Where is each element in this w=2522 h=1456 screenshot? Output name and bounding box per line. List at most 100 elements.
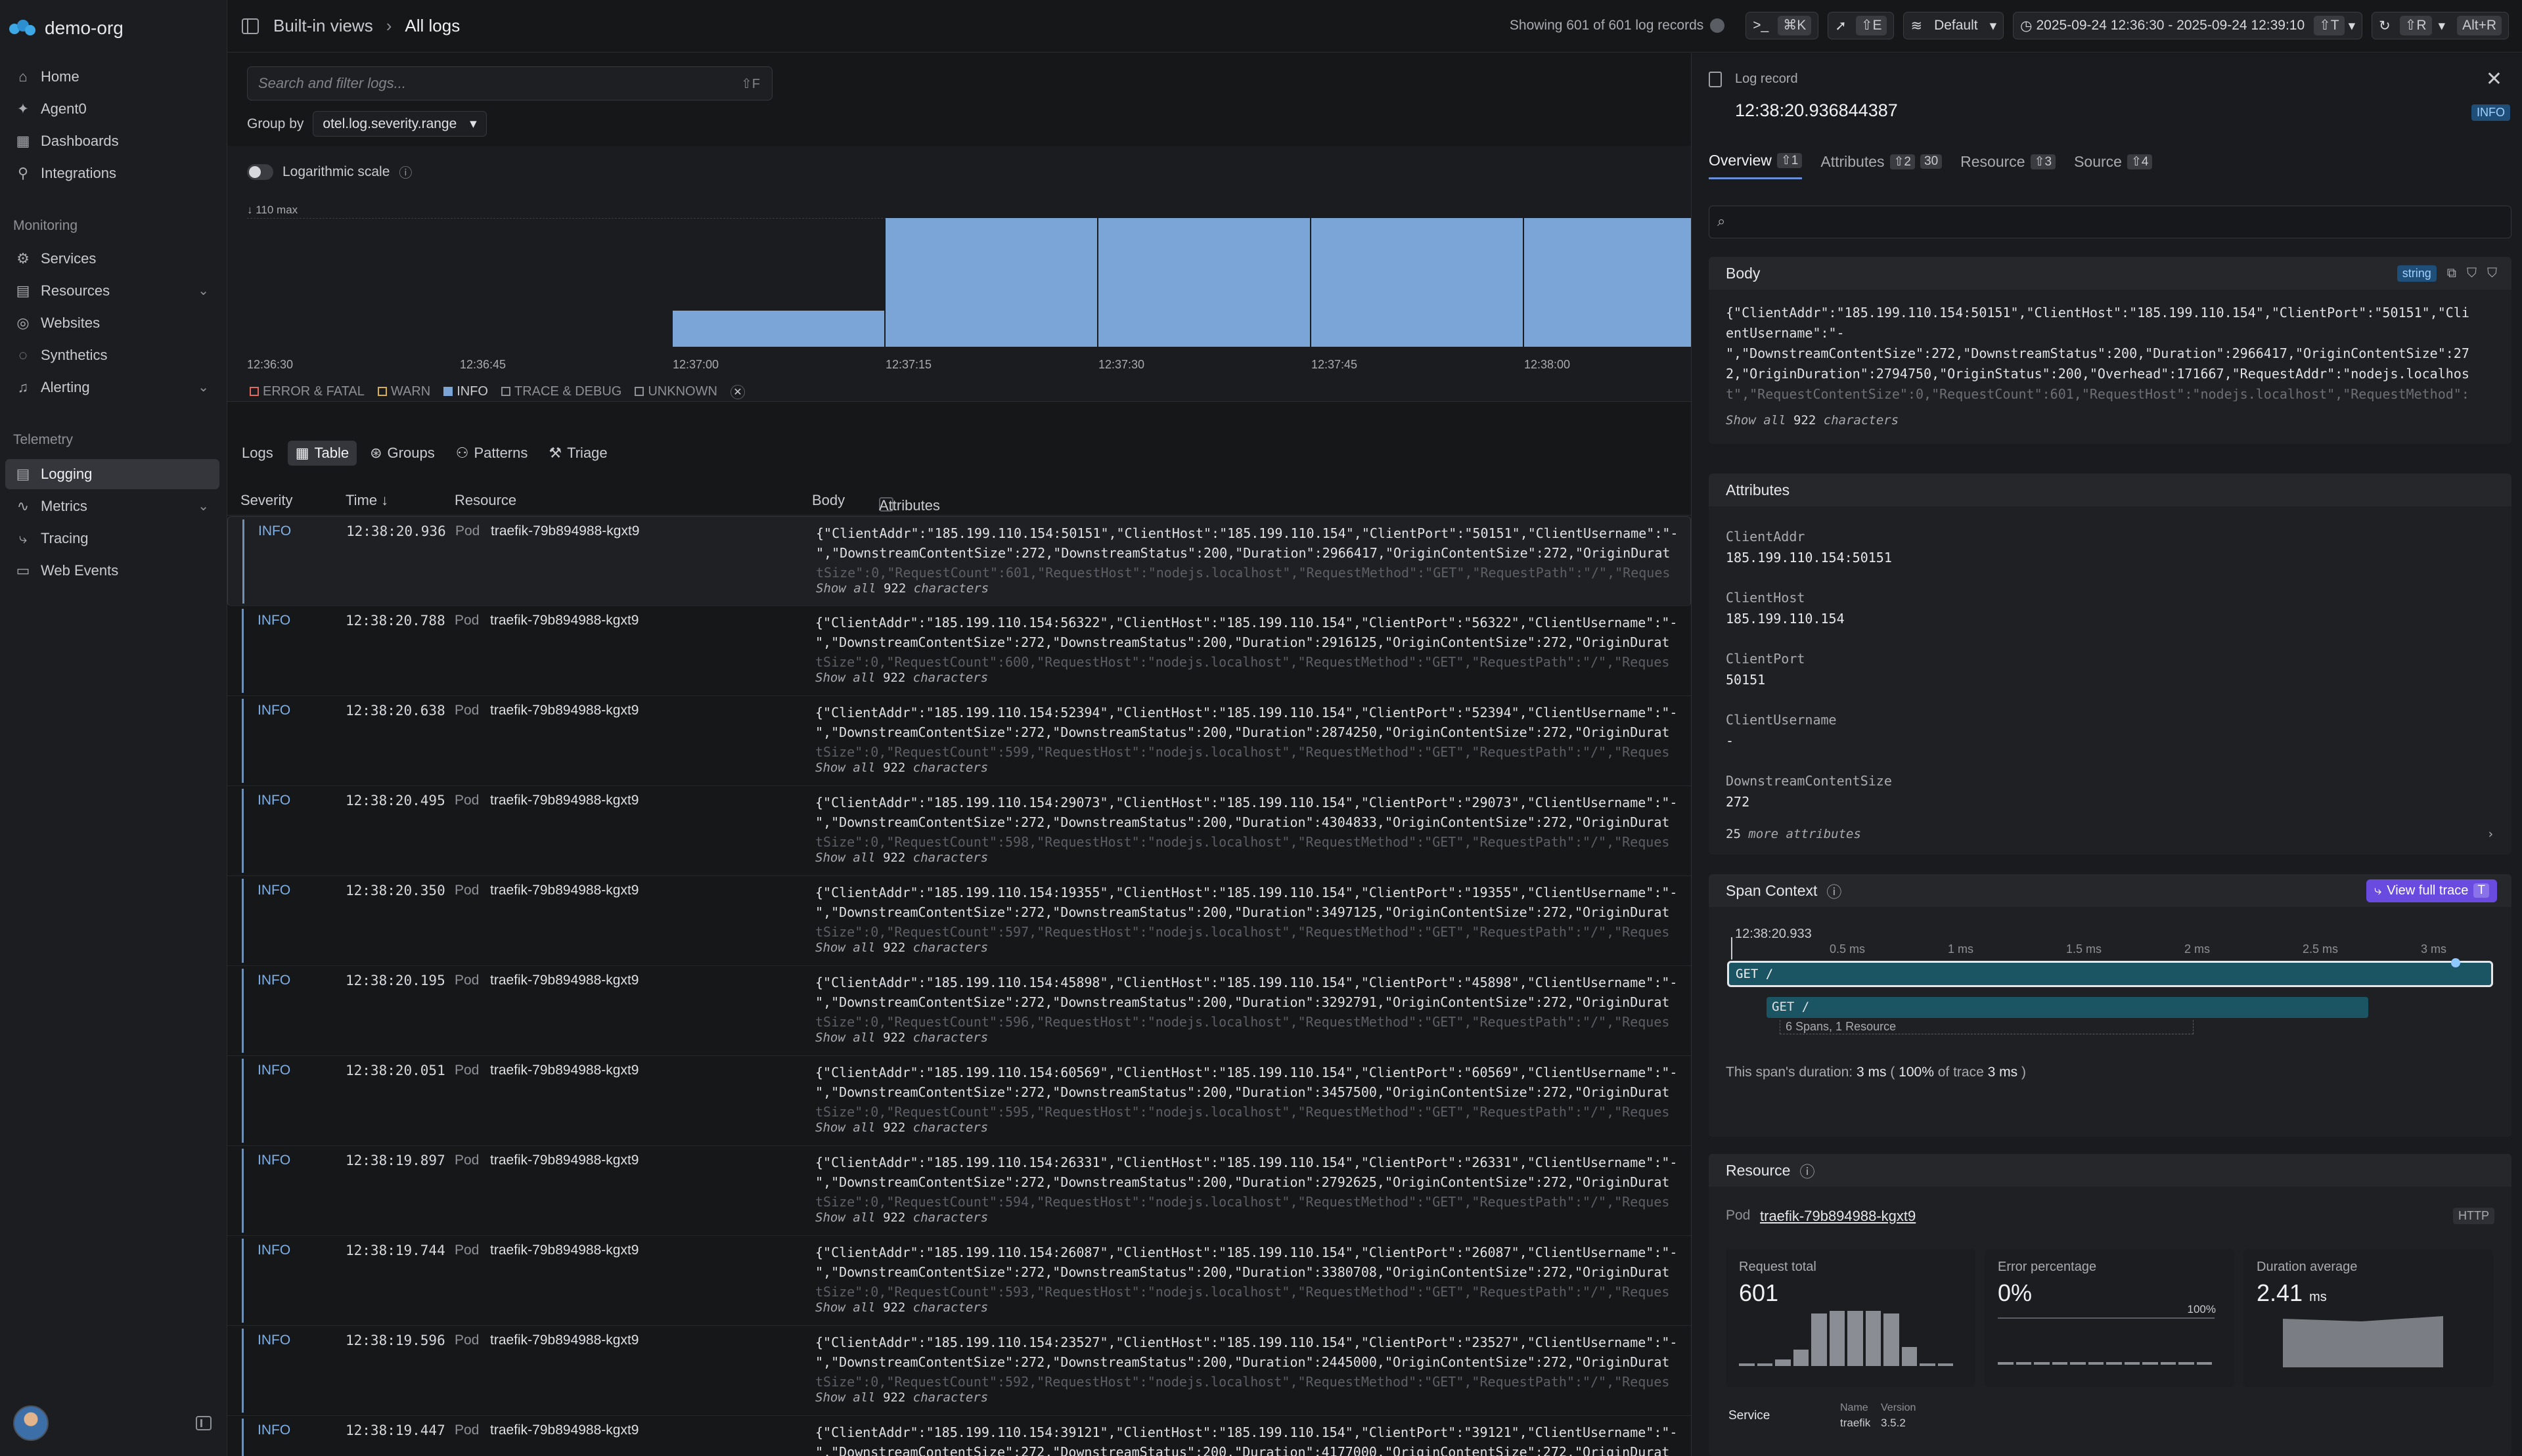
span-bar-main[interactable]: GET / (1727, 961, 2493, 987)
metric-error-percentage[interactable]: Error percentage 0% 100% (1985, 1249, 2234, 1387)
nav-synthetics[interactable]: ◌ Synthetics (5, 340, 219, 370)
show-all-link[interactable]: Show all 922 characters (1726, 413, 1899, 428)
show-all-link[interactable]: Show all 922 characters (815, 1390, 994, 1405)
log-scale-toggle[interactable] (247, 164, 273, 180)
table-row[interactable]: INFO 12:38:20.495 Pod traefik-79b894988-kgx… (227, 786, 1691, 876)
view-full-trace-button[interactable]: ⤷ View full trace T (2366, 879, 2497, 902)
col-severity[interactable]: Severity (240, 492, 292, 509)
nav-resources[interactable]: ▤ Resources ⌄ (5, 276, 219, 306)
refresh-button[interactable]: ↻ ⇧R ▾ Alt+R (2372, 12, 2509, 39)
show-all-link[interactable]: Show all 922 characters (815, 850, 994, 865)
show-all-link[interactable]: Show all 922 characters (815, 761, 994, 775)
attribute-item[interactable]: ClientPort 50151 (1709, 651, 1805, 688)
tab-patterns[interactable]: ⚇ Patterns (448, 441, 536, 466)
metric-request-total[interactable]: Request total 601 (1726, 1249, 1975, 1387)
nav-home[interactable]: ⌂ Home (5, 62, 219, 92)
attribute-item[interactable]: DownstreamContentSize 272 (1709, 773, 1892, 810)
tab-resource[interactable]: Resource ⇧3 (1960, 152, 2056, 179)
tab-source[interactable]: Source ⇧4 (2074, 152, 2153, 179)
histogram-bar[interactable] (1098, 218, 1311, 347)
span-bar-child[interactable]: GET / (1767, 997, 2368, 1018)
nav-services[interactable]: ⚙ Services (5, 244, 219, 274)
copy-icon[interactable]: ⧉ (2447, 266, 2456, 281)
nav-dashboards[interactable]: ▦ Dashboards (5, 126, 219, 156)
org-switcher[interactable]: demo-org (9, 12, 124, 45)
table-row[interactable]: INFO 12:38:20.936 Pod traefik-79b894988-kgx… (227, 516, 1691, 606)
resource-cell[interactable]: traefik-79b894988-kgxt9 (490, 613, 639, 629)
breadcrumb-views[interactable]: Built-in views (273, 16, 373, 36)
panel-search-input[interactable]: ⌕ (1709, 206, 2511, 238)
span-summary[interactable]: 6 Spans, 1 Resource (1780, 1020, 2194, 1034)
table-row[interactable]: INFO 12:38:20.195 Pod traefik-79b894988-kgx… (227, 966, 1691, 1056)
col-time[interactable]: Time ↓ (346, 492, 388, 509)
show-all-link[interactable]: Show all 922 characters (815, 1030, 994, 1045)
nav-agent0[interactable]: ✦ Agent0 (5, 94, 219, 124)
resource-cell[interactable]: traefik-79b894988-kgxt9 (490, 1423, 639, 1438)
tab-overview[interactable]: Overview ⇧1 (1709, 152, 1803, 179)
explore-button[interactable]: ➚ ⇧E (1828, 12, 1895, 39)
close-icon[interactable]: ✕ (2486, 68, 2502, 91)
resource-cell[interactable]: traefik-79b894988-kgxt9 (490, 1243, 639, 1258)
nav-web-events[interactable]: ▭ Web Events (5, 556, 219, 586)
legend-item[interactable]: UNKNOWN (635, 384, 717, 399)
nav-metrics[interactable]: ∿ Metrics ⌄ (5, 491, 219, 521)
sidebar-panel-icon[interactable] (242, 18, 259, 34)
table-row[interactable]: INFO 12:38:19.897 Pod traefik-79b894988-kgx… (227, 1146, 1691, 1236)
table-row[interactable]: INFO 12:38:20.350 Pod traefik-79b894988-kgx… (227, 876, 1691, 966)
show-all-link[interactable]: Show all 922 characters (815, 671, 994, 685)
resource-cell[interactable]: traefik-79b894988-kgxt9 (491, 523, 639, 539)
resource-cell[interactable]: traefik-79b894988-kgxt9 (490, 883, 639, 898)
histogram-plot[interactable] (247, 218, 2163, 347)
legend-item[interactable]: TRACE & DEBUG (501, 384, 621, 399)
tab-groups[interactable]: ⊛ Groups (362, 441, 443, 466)
log-search-input[interactable]: Search and filter logs... ⇧F (247, 66, 773, 100)
tab-attributes[interactable]: Attributes ⇧2 30 (1820, 152, 1943, 179)
view-select[interactable]: ≋ Default ▾ (1903, 12, 2004, 39)
table-row[interactable]: INFO 12:38:20.638 Pod traefik-79b894988-kgx… (227, 696, 1691, 786)
filter-out-icon[interactable]: ⛉ (2487, 266, 2497, 281)
resource-cell[interactable]: traefik-79b894988-kgxt9 (490, 703, 639, 718)
command-button[interactable]: >_ ⌘K (1745, 12, 1819, 39)
histogram-bar[interactable] (673, 311, 886, 347)
nav-alerting[interactable]: ♫ Alerting ⌄ (5, 372, 219, 403)
nav-websites[interactable]: ◎ Websites (5, 308, 219, 338)
resource-cell[interactable]: traefik-79b894988-kgxt9 (490, 1153, 639, 1168)
time-range-picker[interactable]: ◷ 2025-09-24 12:36:30 - 2025-09-24 12:39:… (2013, 12, 2363, 39)
resource-cell[interactable]: traefik-79b894988-kgxt9 (490, 1333, 639, 1348)
collapse-sidebar-icon[interactable] (196, 1416, 212, 1430)
more-attributes-link[interactable]: 25 more attributes › (1726, 827, 2494, 841)
legend-item[interactable]: WARN (377, 384, 430, 399)
table-row[interactable]: INFO 12:38:20.051 Pod traefik-79b894988-kgx… (227, 1056, 1691, 1146)
show-all-link[interactable]: Show all 922 characters (815, 1120, 994, 1135)
nav-integrations[interactable]: ⚲ Integrations (5, 158, 219, 188)
filter-icon[interactable]: ⛉ (2467, 266, 2477, 281)
tab-triage[interactable]: ⚒ Triage (541, 441, 615, 466)
legend-item[interactable]: ERROR & FATAL (250, 384, 365, 399)
table-row[interactable]: INFO 12:38:20.788 Pod traefik-79b894988-kgx… (227, 606, 1691, 696)
show-all-link[interactable]: Show all 922 characters (816, 581, 995, 596)
attribute-item[interactable]: ClientUsername - (1709, 712, 1837, 749)
col-resource[interactable]: Resource (455, 492, 516, 509)
resource-link[interactable]: traefik-79b894988-kgxt9 (1760, 1208, 1916, 1225)
clear-filter-icon[interactable]: ✕ (730, 384, 745, 399)
legend-item[interactable]: INFO (443, 384, 488, 399)
table-row[interactable]: INFO 12:38:19.447 Pod traefik-79b894988-kgx… (227, 1416, 1691, 1456)
show-all-link[interactable]: Show all 922 characters (815, 940, 994, 955)
show-all-link[interactable]: Show all 922 characters (815, 1210, 994, 1225)
group-by-select[interactable]: otel.log.severity.range ▾ (313, 111, 487, 137)
user-avatar[interactable] (13, 1405, 49, 1441)
nav-tracing[interactable]: ⤷ Tracing (5, 523, 219, 554)
attribute-item[interactable]: ClientAddr 185.199.110.154:50151 (1709, 529, 1892, 565)
histogram-bar[interactable] (1311, 218, 1524, 347)
histogram-bar[interactable] (886, 218, 1098, 347)
resource-cell[interactable]: traefik-79b894988-kgxt9 (490, 1063, 639, 1078)
table-row[interactable]: INFO 12:38:19.596 Pod traefik-79b894988-kgx… (227, 1326, 1691, 1416)
table-row[interactable]: INFO 12:38:19.744 Pod traefik-79b894988-kgx… (227, 1236, 1691, 1326)
col-body[interactable]: Body (812, 492, 845, 509)
nav-logging[interactable]: ▤ Logging (5, 459, 219, 489)
resource-cell[interactable]: traefik-79b894988-kgxt9 (490, 793, 639, 808)
tab-table[interactable]: ▦ Table (287, 441, 357, 466)
resource-cell[interactable]: traefik-79b894988-kgxt9 (490, 973, 639, 988)
attribute-item[interactable]: ClientHost 185.199.110.154 (1709, 590, 1845, 627)
show-all-link[interactable]: Show all 922 characters (815, 1300, 994, 1315)
